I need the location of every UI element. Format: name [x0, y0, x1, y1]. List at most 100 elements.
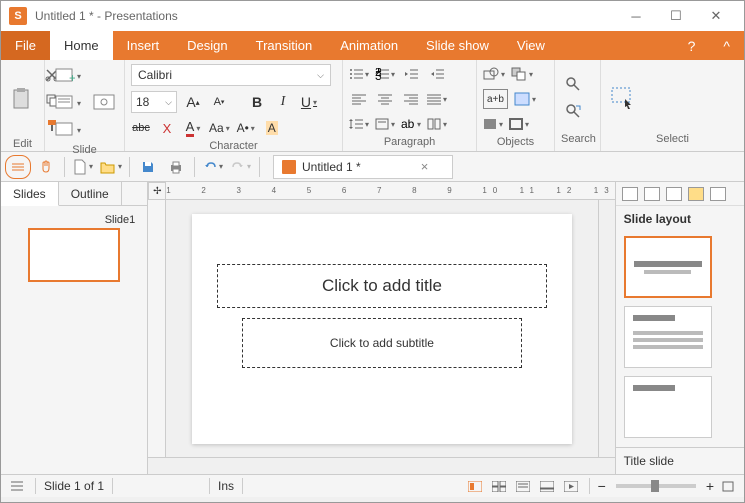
horizontal-ruler[interactable]: 1 2 3 4 5 6 7 8 9 10 11 12 13 — [166, 182, 614, 200]
title-placeholder[interactable]: Click to add title — [217, 264, 547, 308]
shrink-font-button[interactable]: A▾ — [209, 92, 229, 112]
slide-canvas[interactable]: Click to add title Click to add subtitle — [192, 214, 572, 444]
quick-styles-button[interactable] — [514, 89, 536, 109]
view-outline-button[interactable] — [513, 478, 533, 494]
panel-tab-transition-icon[interactable] — [666, 187, 682, 201]
horizontal-scrollbar[interactable] — [148, 457, 614, 474]
undo-button[interactable] — [200, 155, 226, 179]
layout-section-header[interactable] — [624, 376, 712, 438]
vertical-ruler[interactable] — [148, 200, 166, 457]
select-button[interactable] — [607, 83, 639, 113]
menu-animation[interactable]: Animation — [326, 31, 412, 60]
clear-format-button[interactable]: X — [157, 118, 177, 138]
paste-button[interactable] — [7, 83, 37, 117]
print-button[interactable] — [163, 155, 189, 179]
menu-slideshow[interactable]: Slide show — [412, 31, 503, 60]
outline-tab[interactable]: Outline — [59, 182, 122, 205]
panel-tab-design-icon[interactable] — [644, 187, 660, 201]
panel-tab-animation-icon[interactable] — [688, 187, 704, 201]
text-direction-button[interactable]: ab — [401, 114, 421, 134]
slide-thumbnail-1[interactable] — [28, 228, 120, 282]
find-button[interactable] — [561, 72, 585, 96]
status-menu-icon[interactable] — [7, 478, 27, 494]
document-tab-close[interactable]: × — [421, 159, 429, 174]
view-notes-button[interactable] — [537, 478, 557, 494]
layout-title-slide[interactable] — [624, 236, 712, 298]
grow-font-button[interactable]: A▴ — [183, 92, 203, 112]
vertical-scrollbar[interactable] — [598, 200, 615, 457]
open-file-button[interactable] — [98, 155, 124, 179]
font-size-select[interactable]: 18⌵ — [131, 91, 177, 113]
change-case-button[interactable]: Aa — [209, 118, 230, 138]
numbering-button[interactable]: 123 — [375, 64, 395, 84]
menu-transition[interactable]: Transition — [242, 31, 327, 60]
new-file-button[interactable] — [70, 155, 96, 179]
ribbon-collapse-icon[interactable]: ^ — [709, 31, 744, 60]
zoom-slider[interactable] — [616, 484, 696, 488]
zoom-fit-button[interactable] — [718, 478, 738, 494]
shape-fill-button[interactable] — [483, 114, 503, 134]
replace-button[interactable] — [561, 99, 585, 123]
minimize-button[interactable]: ─ — [616, 1, 656, 31]
bold-button[interactable]: B — [247, 92, 267, 112]
decrease-indent-button[interactable] — [401, 64, 421, 84]
view-sorter-button[interactable] — [489, 478, 509, 494]
line-spacing-button[interactable] — [349, 114, 369, 134]
menu-home[interactable]: Home — [50, 31, 113, 60]
hand-tool-button[interactable] — [33, 155, 59, 179]
textbox-button[interactable]: a+b — [483, 89, 508, 109]
arrange-button[interactable] — [511, 64, 533, 84]
layout-button[interactable] — [51, 91, 85, 115]
strikethrough-button[interactable]: abc — [131, 118, 151, 138]
italic-button[interactable]: I — [273, 92, 293, 112]
columns-button[interactable] — [427, 114, 447, 134]
underline-button[interactable]: U — [299, 92, 319, 112]
reset-button[interactable] — [51, 118, 85, 142]
subtitle-placeholder[interactable]: Click to add subtitle — [242, 318, 522, 368]
layout-title-content[interactable] — [624, 306, 712, 368]
sidebar-toggle-button[interactable] — [5, 155, 31, 179]
panel-tab-layout-icon[interactable] — [622, 187, 638, 201]
bullets-button[interactable] — [349, 64, 369, 84]
view-slideshow-button[interactable] — [561, 478, 581, 494]
new-slide-button[interactable]: + — [51, 64, 85, 88]
close-button[interactable]: ✕ — [696, 1, 736, 31]
svg-text:+: + — [69, 71, 75, 84]
menu-design[interactable]: Design — [173, 31, 241, 60]
slides-tab[interactable]: Slides — [1, 182, 59, 206]
vertical-align-button[interactable] — [375, 114, 395, 134]
zoom-in-button[interactable]: + — [706, 478, 714, 494]
superscript-button[interactable]: A• — [236, 118, 256, 138]
ribbon: Edit + Slide Calibri⌵ 18⌵ A▴ A▾ B I — [1, 60, 744, 152]
document-tab-label: Untitled 1 * — [302, 160, 361, 174]
slide-editor[interactable]: Click to add title Click to add subtitle — [166, 200, 597, 457]
slide-counter: Slide 1 of 1 — [44, 479, 104, 493]
shapes-button[interactable] — [483, 64, 505, 84]
menu-insert[interactable]: Insert — [113, 31, 174, 60]
align-left-button[interactable] — [349, 89, 369, 109]
slide-master-button[interactable] — [89, 90, 121, 116]
shape-outline-button[interactable] — [509, 114, 529, 134]
window-title: Untitled 1 * - Presentations — [35, 9, 616, 23]
redo-button[interactable] — [228, 155, 254, 179]
align-right-button[interactable] — [401, 89, 421, 109]
document-tab[interactable]: Untitled 1 * × — [273, 155, 453, 179]
align-justify-button[interactable] — [427, 89, 447, 109]
maximize-button[interactable]: ☐ — [656, 1, 696, 31]
statusbar: Slide 1 of 1 Ins − + — [1, 474, 744, 497]
highlight-button[interactable]: A — [262, 118, 282, 138]
increase-indent-button[interactable] — [427, 64, 447, 84]
zoom-out-button[interactable]: − — [598, 478, 606, 494]
insert-mode[interactable]: Ins — [218, 479, 234, 493]
menu-file[interactable]: File — [1, 31, 50, 60]
titlebar: S Untitled 1 * - Presentations ─ ☐ ✕ — [1, 1, 744, 31]
font-color-button[interactable]: A — [183, 118, 203, 138]
menu-view[interactable]: View — [503, 31, 559, 60]
view-normal-button[interactable] — [465, 478, 485, 494]
align-center-button[interactable] — [375, 89, 395, 109]
ruler-origin[interactable]: ✢ — [148, 182, 166, 200]
panel-tab-properties-icon[interactable] — [710, 187, 726, 201]
save-button[interactable] — [135, 155, 161, 179]
font-name-select[interactable]: Calibri⌵ — [131, 64, 331, 86]
menu-help[interactable]: ? — [674, 31, 710, 60]
